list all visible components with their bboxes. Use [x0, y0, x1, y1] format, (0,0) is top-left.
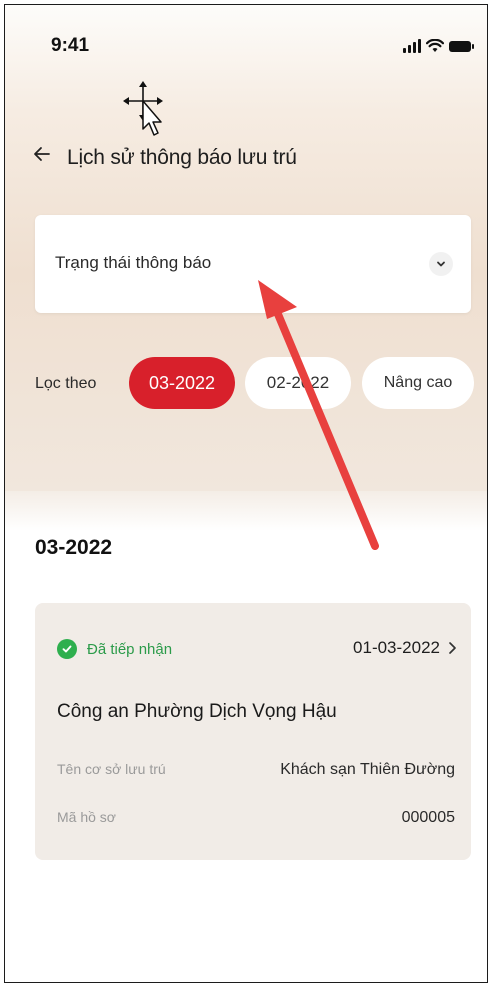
chevron-down-icon	[429, 252, 453, 276]
page-title: Lịch sử thông báo lưu trú	[67, 146, 297, 169]
battery-icon	[449, 40, 474, 52]
move-cursor-icon	[123, 81, 163, 136]
record-code-value: 000005	[401, 809, 455, 826]
card-title: Công an Phường Dịch Vọng Hậu	[57, 701, 337, 722]
status-badge: Đã tiếp nhận	[57, 639, 172, 659]
chevron-right-icon	[449, 642, 456, 654]
notification-card[interactable]: Đã tiếp nhận 01-03-2022 Công an Phường D…	[35, 603, 471, 860]
arrow-left-icon	[34, 147, 50, 161]
status-icons	[403, 39, 474, 53]
accommodation-value: Khách sạn Thiên Đường	[280, 761, 455, 778]
back-button[interactable]	[33, 144, 51, 168]
section-title: 03-2022	[35, 536, 113, 559]
check-circle-icon	[57, 639, 77, 659]
filter-chip-02-2022[interactable]: 02-2022	[245, 357, 351, 409]
accommodation-label: Tên cơ sở lưu trú	[57, 761, 166, 777]
filter-label: Lọc theo	[35, 375, 97, 392]
status-filter-label: Trạng thái thông báo	[55, 253, 212, 272]
card-date: 01-03-2022	[353, 638, 457, 658]
record-code-label: Mã hồ sơ	[57, 809, 116, 825]
status-filter-select[interactable]: Trạng thái thông báo	[35, 215, 471, 313]
card-date-text: 01-03-2022	[353, 638, 440, 657]
signal-icon	[403, 39, 421, 53]
wifi-icon	[426, 39, 444, 52]
status-time: 9:41	[51, 35, 90, 56]
phone-frame: 9:41 Lịch sử thông báo lưu trú Trạng thá…	[4, 4, 488, 983]
header-fade	[5, 491, 487, 531]
status-text: Đã tiếp nhận	[87, 640, 173, 658]
filter-chip-03-2022[interactable]: 03-2022	[129, 357, 235, 409]
filter-chip-advanced[interactable]: Nâng cao	[362, 357, 474, 409]
